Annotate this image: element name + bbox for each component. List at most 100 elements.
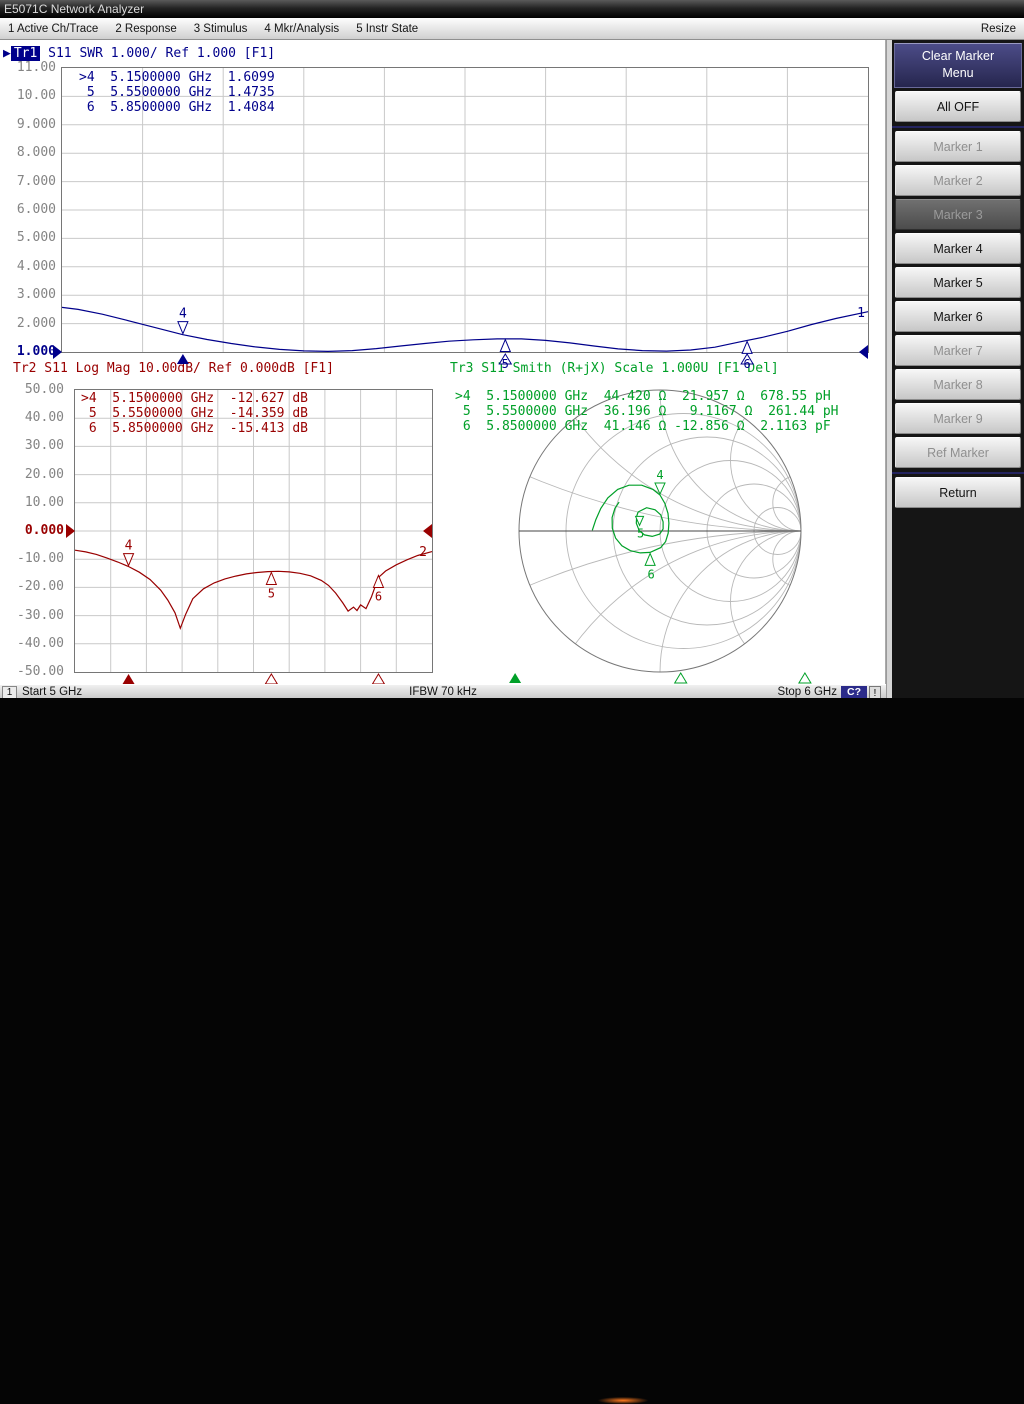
trace2-header[interactable]: Tr2 S11 Log Mag 10.00dB/ Ref 0.000dB [F1… [13, 361, 334, 376]
trace1-marker-readout: >4 5.1500000 GHz 1.6099 5 5.5500000 GHz … [79, 70, 275, 115]
softkey-marker-1: Marker 1 [895, 131, 1021, 162]
tr1-ytick-3: 8.000 [0, 145, 56, 160]
tr1-trace-number: 1 [857, 306, 865, 321]
background-artifact [598, 1397, 648, 1404]
svg-text:6: 6 [375, 589, 382, 603]
softkey-menu: Clear Marker Menu All OFFMarker 1Marker … [892, 40, 1024, 706]
tr2-trace-number: 2 [419, 545, 427, 560]
menu-item-4-mkr-analysis[interactable]: 4 Mkr/Analysis [264, 23, 339, 35]
trace1-descriptor: S11 SWR 1.000/ Ref 1.000 [F1] [40, 46, 275, 61]
marker-6-triangle-icon [645, 553, 655, 565]
tr1-marker-row-6: 6 5.8500000 GHz 1.4084 [79, 100, 275, 115]
tr2-ytick-2: 30.00 [8, 438, 64, 453]
softkey-marker-4[interactable]: Marker 4 [895, 233, 1021, 264]
tr1-marker-row-4: >4 5.1500000 GHz 1.6099 [79, 70, 275, 85]
tr1-ytick-4: 7.000 [0, 174, 56, 189]
menu-bar: 1 Active Ch/Trace 2 Response 3 Stimulus 4 M… [0, 18, 1024, 40]
trace1-header[interactable]: ▶Tr1 S11 SWR 1.000/ Ref 1.000 [F1] [3, 46, 275, 61]
marker-4-triangle-icon [178, 322, 188, 334]
tr1-ytick-6: 5.000 [0, 230, 56, 245]
tr1-ytick-9: 2.000 [0, 316, 56, 331]
tr3-marker-row-5: 5 5.5500000 GHz 36.196 Ω 9.1167 Ω 261.44… [455, 404, 839, 419]
softkey-separator [892, 126, 1024, 128]
softkey-marker-5[interactable]: Marker 5 [895, 267, 1021, 298]
marker-6-triangle-icon [742, 341, 752, 353]
marker-4-stimulus-icon [509, 673, 521, 683]
window-title-bar[interactable]: E5071C Network Analyzer [0, 0, 1024, 18]
tr3-marker-6[interactable]: 6 [645, 553, 811, 683]
trace3-label: Tr3 [450, 361, 473, 376]
correction-status-badge: C? [841, 686, 867, 698]
tr1-ytick-0: 11.00 [0, 60, 56, 75]
softkey-marker-3[interactable]: Marker 3 [895, 199, 1021, 230]
menu-item-2-response[interactable]: 2 Response [115, 23, 176, 35]
tr2-ytick-4: 10.00 [8, 495, 64, 510]
svg-text:4: 4 [656, 468, 663, 482]
tr1-ytick-1: 10.00 [0, 88, 56, 103]
svg-text:5: 5 [502, 357, 509, 371]
menu-items: 1 Active Ch/Trace 2 Response 3 Stimulus 4 M… [8, 23, 435, 35]
softkey-ref-marker: Ref Marker [895, 437, 1021, 468]
svg-text:6: 6 [743, 357, 750, 371]
trace3-marker-readout: >4 5.1500000 GHz 44.420 Ω 21.957 Ω 678.5… [455, 389, 839, 434]
status-bar: 1 Start 5 GHz IFBW 70 kHz Stop 6 GHz C? … [0, 684, 886, 699]
svg-text:5: 5 [637, 526, 644, 540]
tr3-trace-loop-0 [592, 485, 669, 553]
trace3-descriptor: S11 Smith (R+jX) Scale 1.000U [F1 Del] [473, 361, 778, 376]
softkey-marker-6[interactable]: Marker 6 [895, 301, 1021, 332]
window-title: E5071C Network Analyzer [4, 2, 144, 16]
menu-item-5-instr-state[interactable]: 5 Instr State [356, 23, 418, 35]
tr3-marker-row-6: 6 5.8500000 GHz 41.146 Ω -12.856 Ω 2.116… [455, 419, 839, 434]
tr2-ref-level-right-icon [423, 524, 432, 538]
softkey-marker-9: Marker 9 [895, 403, 1021, 434]
tr2-ytick-1: 40.00 [8, 410, 64, 425]
softkey-separator [892, 472, 1024, 474]
stop-frequency-label: Stop 6 GHz [778, 685, 837, 699]
tr2-marker-6[interactable]: 6 [372, 575, 384, 684]
active-trace-arrow-icon: ▶ [3, 46, 11, 61]
tr2-marker-row-4: >4 5.1500000 GHz -12.627 dB [81, 391, 308, 406]
menu-item-3-stimulus[interactable]: 3 Stimulus [194, 23, 248, 35]
tr2-marker-5[interactable]: 5 [265, 572, 277, 684]
softkey-all-off[interactable]: All OFF [895, 91, 1021, 122]
resize-button[interactable]: Resize [981, 23, 1016, 35]
svg-text:4: 4 [125, 539, 133, 554]
softkey-marker-7: Marker 7 [895, 335, 1021, 366]
tr2-ytick-3: 20.00 [8, 467, 64, 482]
softkey-return[interactable]: Return [895, 477, 1021, 508]
marker-5-triangle-icon [266, 572, 276, 584]
marker-5-stimulus-icon [675, 673, 687, 683]
trace2-marker-readout: >4 5.1500000 GHz -12.627 dB 5 5.5500000 … [81, 391, 308, 436]
tr2-ytick-9: -40.00 [8, 636, 64, 651]
tr2-ytick-6: -10.00 [8, 551, 64, 566]
svg-text:4: 4 [179, 307, 187, 322]
tr1-marker-row-5: 5 5.5500000 GHz 1.4735 [79, 85, 275, 100]
bottom-strip [0, 698, 1024, 706]
svg-text:6: 6 [648, 567, 655, 581]
tr2-marker-4[interactable]: 4 [123, 539, 135, 684]
marker-6-triangle-icon [373, 575, 383, 587]
tr1-ytick-5: 6.000 [0, 202, 56, 217]
tr2-marker-row-6: 6 5.8500000 GHz -15.413 dB [81, 421, 308, 436]
softkey-menu-title: Clear Marker Menu [894, 43, 1022, 88]
tr2-ytick-8: -30.00 [8, 608, 64, 623]
tr1-ytick-8: 3.000 [0, 287, 56, 302]
tr3-marker-row-4: >4 5.1500000 GHz 44.420 Ω 21.957 Ω 678.5… [455, 389, 839, 404]
tr2-marker-row-5: 5 5.5500000 GHz -14.359 dB [81, 406, 308, 421]
tr2-ytick-5: 0.000 [8, 523, 64, 538]
tr1-ytick-7: 4.000 [0, 259, 56, 274]
tr3-marker-4[interactable]: 4 [509, 468, 665, 683]
ifbw-label: IFBW 70 kHz [0, 685, 886, 699]
svg-text:5: 5 [268, 586, 275, 600]
softkey-marker-8: Marker 8 [895, 369, 1021, 400]
softkey-marker-2: Marker 2 [895, 165, 1021, 196]
tr2-ytick-10: -50.00 [8, 664, 64, 679]
tr2-ytick-0: 50.00 [8, 382, 64, 397]
tr2-ytick-7: -20.00 [8, 579, 64, 594]
trace1-label: Tr1 [11, 46, 40, 61]
marker-6-stimulus-icon [799, 673, 811, 683]
softkey-buttons: All OFFMarker 1Marker 2Marker 3Marker 4M… [892, 91, 1024, 508]
tr1-ytick-2: 9.000 [0, 117, 56, 132]
menu-item-1-active-ch-trace[interactable]: 1 Active Ch/Trace [8, 23, 98, 35]
trace2-label: Tr2 [13, 361, 36, 376]
